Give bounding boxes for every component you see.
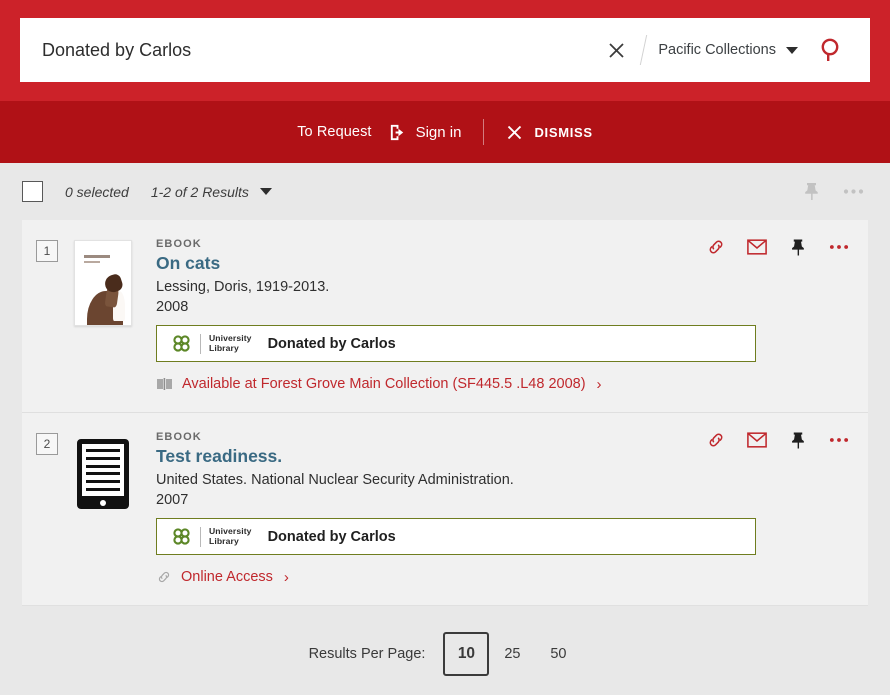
search-submit-button[interactable] [810, 29, 852, 71]
availability-link[interactable]: Available at Forest Grove Main Collectio… [156, 376, 848, 392]
donor-tag: University Library Donated by Carlos [156, 518, 756, 555]
toolbar-more-options-icon[interactable] [838, 177, 868, 207]
results-per-page-option-25[interactable]: 25 [489, 632, 535, 676]
donor-text: Donated by Carlos [267, 335, 396, 352]
result-actions [705, 236, 850, 258]
result-author: Lessing, Doris, 1919-2013. [156, 279, 330, 295]
availability-text: Available at Forest Grove Main Collectio… [182, 376, 586, 392]
donor-text: Donated by Carlos [267, 528, 396, 545]
result-year: 2007 [156, 492, 189, 508]
more-options-icon[interactable] [828, 236, 850, 258]
signin-banner: To Request Sign in DISMISS [0, 101, 890, 163]
link-icon [158, 571, 170, 583]
banner-divider [483, 119, 485, 145]
search-divider [640, 35, 648, 65]
permalink-icon[interactable] [705, 429, 727, 451]
chevron-right-icon: › [283, 568, 289, 586]
library-logo-icon [173, 335, 190, 352]
results-per-page-label: Results Per Page: [308, 645, 426, 662]
close-icon [508, 125, 522, 139]
results-count-dropdown[interactable]: 1-2 of 2 Results [151, 184, 272, 200]
sign-in-label: Sign in [415, 123, 462, 141]
email-icon[interactable] [746, 236, 768, 258]
book-icon [157, 378, 172, 390]
library-logo-icon [173, 528, 190, 545]
result-item[interactable]: 1 EBOOK On cats Lessing, Doris, 1919-201… [22, 220, 868, 412]
donor-tag: University Library Donated by Carlos [156, 325, 756, 362]
university-library-logo: University Library [171, 333, 252, 354]
chevron-right-icon: › [596, 375, 602, 393]
result-details: EBOOK Test readiness. United States. Nat… [142, 431, 848, 585]
book-cover-image [74, 240, 132, 326]
dismiss-button[interactable]: DISMISS [506, 124, 592, 141]
availability-link[interactable]: Online Access › [156, 569, 848, 585]
result-year: 2008 [156, 299, 189, 315]
results-count-label: 1-2 of 2 Results [150, 183, 249, 200]
chevron-down-icon [786, 46, 798, 54]
results-per-page-option-10[interactable]: 10 [443, 631, 490, 676]
logo-line-1: University [209, 525, 252, 536]
result-thumbnail[interactable] [64, 431, 142, 585]
selected-count-label: 0 selected [65, 183, 129, 200]
chevron-down-icon [259, 188, 272, 195]
results-list: 1 EBOOK On cats Lessing, Doris, 1919-201… [22, 220, 868, 606]
permalink-icon[interactable] [705, 236, 727, 258]
sign-in-button[interactable]: Sign in [388, 123, 462, 142]
result-item[interactable]: 2 EBOOK Test readiness. United States. N… [22, 412, 868, 605]
email-icon[interactable] [746, 429, 768, 451]
results-per-page-option-50[interactable]: 50 [535, 632, 581, 676]
search-bar: Pacific Collections [20, 18, 870, 82]
result-thumbnail[interactable] [64, 238, 142, 392]
availability-text: Online Access [181, 569, 273, 585]
result-rank: 1 [36, 240, 58, 262]
clear-search-button[interactable] [599, 33, 633, 67]
search-scope-label: Pacific Collections [658, 42, 776, 58]
logo-line-1: University [209, 332, 252, 343]
logo-line-2: Library [209, 342, 239, 353]
toolbar-pin-icon[interactable] [796, 177, 826, 207]
ereader-placeholder-icon [77, 439, 129, 509]
search-input[interactable] [42, 18, 600, 82]
dismiss-label: DISMISS [534, 124, 593, 140]
results-toolbar: 0 selected 1-2 of 2 Results [0, 163, 890, 220]
select-all-checkbox[interactable] [22, 181, 43, 202]
university-library-logo: University Library [171, 526, 252, 547]
sign-in-icon [390, 124, 403, 140]
more-options-icon[interactable] [828, 429, 850, 451]
logo-line-2: Library [209, 535, 239, 546]
result-author: United States. National Nuclear Security… [156, 472, 514, 488]
result-actions [705, 429, 850, 451]
result-details: EBOOK On cats Lessing, Doris, 1919-2013.… [142, 238, 848, 392]
search-scope-dropdown[interactable]: Pacific Collections [658, 42, 802, 58]
results-per-page-bar: Results Per Page: 10 25 50 [0, 626, 890, 681]
header-bar: Pacific Collections [0, 0, 890, 101]
result-rank: 2 [36, 433, 58, 455]
pin-icon[interactable] [787, 429, 809, 451]
banner-message: To Request [297, 124, 372, 140]
pin-icon[interactable] [787, 236, 809, 258]
